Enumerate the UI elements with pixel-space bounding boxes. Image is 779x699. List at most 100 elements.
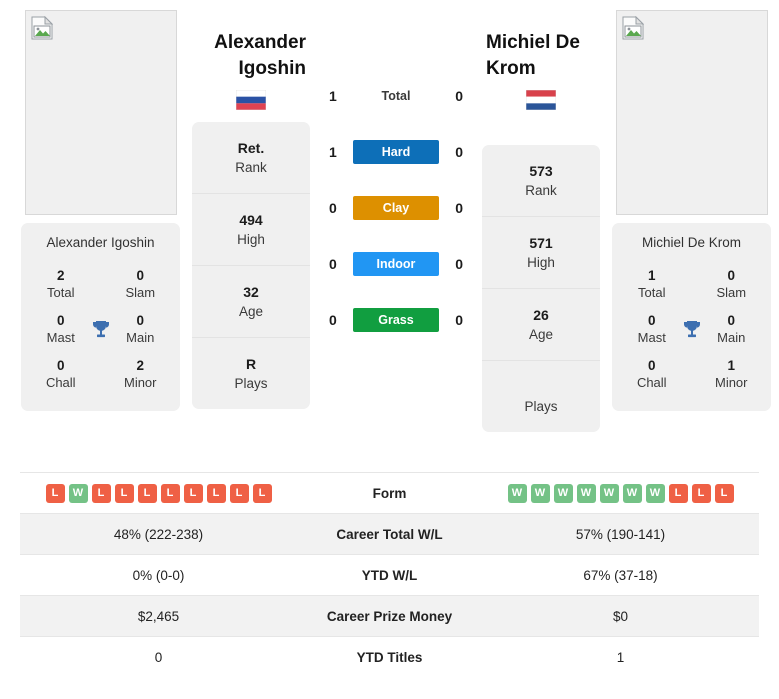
h2h-surface-badge-hard[interactable]: Hard: [353, 140, 439, 164]
info-value: 571: [529, 235, 553, 251]
h2h-left-count: 1: [329, 144, 337, 160]
broken-image-icon: [31, 16, 53, 40]
title-label: Chall: [45, 375, 76, 390]
left-player-name: Alexander Igoshin: [192, 10, 310, 82]
comparison-header-area: Alexander Igoshin 2 Total 0 Slam 0 Mast: [0, 0, 779, 472]
left-titles-card: Alexander Igoshin 2 Total 0 Slam 0 Mast: [21, 223, 180, 411]
h2h-row-grass: 0 Grass 0: [319, 292, 473, 348]
broken-image-icon: [622, 16, 644, 40]
left-flag-wrap: [192, 82, 310, 116]
h2h-left-count: 0: [329, 312, 337, 328]
table-row: 0 YTD Titles 1: [20, 636, 759, 678]
right-value: 57% (190-141): [482, 513, 759, 555]
info-value: 32: [243, 284, 259, 300]
info-value: 26: [533, 307, 549, 323]
title-label: Total: [47, 285, 75, 300]
info-label: Age: [238, 304, 264, 319]
title-value: 0: [647, 358, 656, 373]
title-stat-cell: 0 Chall: [21, 352, 101, 397]
title-value: 1: [647, 268, 656, 283]
info-label: High: [527, 255, 555, 270]
title-stat-cell: 0 Chall: [612, 352, 692, 397]
right-value: $0: [482, 595, 759, 637]
h2h-right-count: 0: [455, 312, 463, 328]
form-result-badge: W: [622, 483, 642, 503]
h2h-left-count: 1: [329, 88, 337, 104]
title-stat-cell: 2 Minor: [101, 352, 181, 397]
form-result-badge: W: [530, 483, 550, 503]
info-value: R: [245, 356, 257, 372]
left-value: 0% (0-0): [20, 554, 297, 596]
left-info-card: Ret. Rank 494 High 32 Age R Plays: [192, 122, 310, 409]
left-form-strip: LWLLLLLLLL: [21, 483, 296, 503]
left-player-name-line2: Igoshin: [238, 58, 306, 79]
title-value: 0: [727, 268, 735, 283]
h2h-row-clay: 0 Clay 0: [319, 180, 473, 236]
title-value: 0: [56, 358, 65, 373]
info-row: 571 High: [482, 216, 600, 288]
head-to-head-column: 1 Total 0 1 Hard 0 0 Clay 0 0 Indoor 0 0: [319, 10, 473, 348]
table-row: 0% (0-0) YTD W/L 67% (37-18): [20, 554, 759, 596]
right-titles-player-name: Michiel De Krom: [641, 235, 742, 250]
trophy-icon: [683, 320, 700, 337]
title-value: 2: [136, 358, 144, 373]
form-result-badge: W: [68, 483, 88, 503]
info-label: Plays: [234, 376, 268, 391]
form-result-badge: L: [114, 483, 134, 503]
title-stat-cell: 0 Slam: [692, 262, 772, 307]
trophy-icon: [92, 320, 109, 337]
right-player-name-line1: Michiel De: [486, 32, 580, 53]
h2h-right-count: 0: [455, 200, 463, 216]
left-titles-player-name: Alexander Igoshin: [46, 235, 155, 250]
right-info-card: 573 Rank 571 High 26 Age Plays: [482, 145, 600, 432]
form-result-badge: L: [160, 483, 180, 503]
info-label: High: [237, 232, 265, 247]
row-label-career-prize-money: Career Prize Money: [297, 595, 482, 637]
table-row: $2,465 Career Prize Money $0: [20, 595, 759, 637]
h2h-row-hard: 1 Hard 0: [319, 124, 473, 180]
form-result-badge: W: [553, 483, 573, 503]
form-result-badge: W: [507, 483, 527, 503]
russia-flag-icon: [236, 90, 266, 110]
left-player-name-line1: Alexander: [214, 32, 306, 53]
info-label: Age: [528, 327, 554, 342]
info-row: 573 Rank: [482, 145, 600, 216]
left-titles-grid: 2 Total 0 Slam 0 Mast 0 Main 0 Chall 2 M…: [21, 262, 180, 397]
form-cell-right: WWWWWWWLLL: [482, 472, 759, 514]
title-value: 2: [56, 268, 65, 283]
h2h-surface-badge-clay[interactable]: Clay: [353, 196, 439, 220]
form-result-badge: L: [183, 483, 203, 503]
left-player-column: Alexander Igoshin 2 Total 0 Slam 0 Mast: [18, 10, 183, 411]
right-player-name-line2: Krom: [486, 58, 536, 79]
left-value: 0: [20, 636, 297, 678]
info-label: Rank: [235, 160, 267, 175]
title-value: 0: [136, 268, 144, 283]
info-row: Ret. Rank: [192, 122, 310, 193]
form-result-badge: L: [714, 483, 734, 503]
form-result-badge: L: [252, 483, 272, 503]
title-label: Minor: [714, 375, 748, 390]
title-stat-cell: 0 Slam: [101, 262, 181, 307]
row-label-form: Form: [297, 472, 482, 514]
h2h-surface-badge-indoor[interactable]: Indoor: [353, 252, 439, 276]
row-label-ytd-wl: YTD W/L: [297, 554, 482, 596]
title-stat-cell: 1 Total: [612, 262, 692, 307]
info-label: Plays: [524, 399, 558, 414]
right-titles-card: Michiel De Krom 1 Total 0 Slam 0 Mast 0 …: [612, 223, 771, 411]
info-row: R Plays: [192, 337, 310, 409]
right-player-name: Michiel De Krom: [482, 10, 600, 82]
form-result-badge: L: [229, 483, 249, 503]
info-row: 26 Age: [482, 288, 600, 360]
form-result-badge: L: [691, 483, 711, 503]
form-result-badge: L: [668, 483, 688, 503]
h2h-surface-badge-grass[interactable]: Grass: [353, 308, 439, 332]
form-result-badge: L: [91, 483, 111, 503]
info-value: 573: [529, 163, 553, 179]
h2h-right-count: 0: [455, 144, 463, 160]
right-player-info-column: Michiel De Krom 573 Rank 571 High 26 Age…: [482, 10, 600, 432]
info-value: 494: [239, 212, 263, 228]
right-player-photo: [615, 10, 768, 215]
h2h-right-count: 0: [455, 88, 463, 104]
row-label-ytd-titles: YTD Titles: [297, 636, 482, 678]
title-stat-cell: 1 Minor: [692, 352, 772, 397]
